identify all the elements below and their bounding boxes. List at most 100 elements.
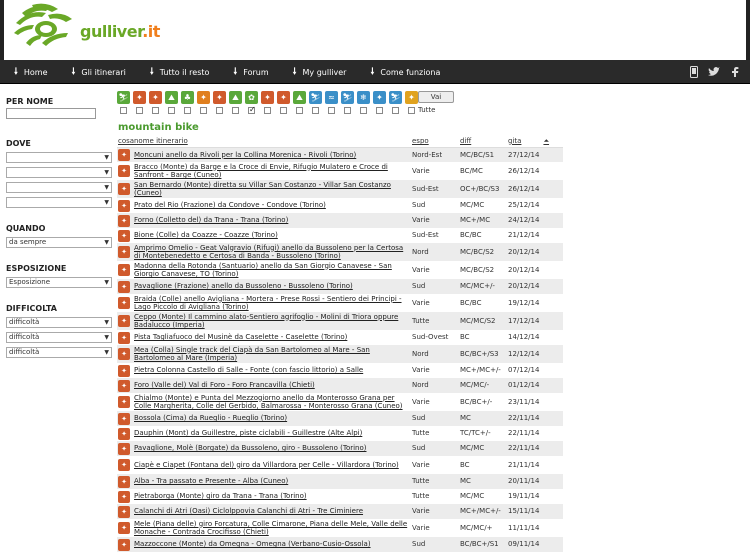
itinerary-link[interactable]: Ceppo (Monte) Il cammino alato-Sentiero … bbox=[133, 312, 411, 330]
vai-button[interactable]: Vai bbox=[418, 91, 454, 103]
activity-icon[interactable]: ⛷ bbox=[309, 91, 322, 104]
sort-arrow-icon[interactable]: ⏶ bbox=[543, 137, 549, 145]
itinerary-link[interactable]: San Bernardo (Monte) diretta su Villar S… bbox=[133, 180, 411, 198]
table-row[interactable]: ✦ Mea (Colla) Single track del Ciapà da S… bbox=[117, 345, 563, 363]
table-row[interactable]: ✦ Forno (Colletto del) da Trana - Trana (… bbox=[117, 213, 563, 228]
activity-checkbox[interactable] bbox=[328, 107, 335, 114]
tutte-checkbox[interactable] bbox=[408, 106, 415, 114]
itinerary-link[interactable]: Pavaglione (Frazione) anello da Bussolen… bbox=[133, 279, 411, 294]
table-row[interactable]: ✦ Dauphin (Mont) da Guillestre, piste cic… bbox=[117, 426, 563, 441]
activity-checkbox[interactable] bbox=[392, 107, 399, 114]
activity-icon[interactable]: ⛷ bbox=[389, 91, 402, 104]
mobile-icon[interactable] bbox=[690, 66, 698, 78]
itinerary-link[interactable]: Dauphin (Mont) da Guillestre, piste cicl… bbox=[133, 426, 411, 441]
table-row[interactable]: ✦ Foro (Valle del) Val di Foro - Foro Fra… bbox=[117, 378, 563, 393]
activity-checkbox[interactable] bbox=[248, 105, 256, 114]
dove-select-2[interactable]: ▼ bbox=[6, 167, 112, 178]
table-row[interactable]: ✦ Mele (Piana delle) giro Forcatura, Coll… bbox=[117, 519, 563, 537]
itinerary-link[interactable]: Amprimo Omelio - Geat Valgravio (Rifugi)… bbox=[133, 243, 411, 261]
activity-icon[interactable]: ⛷ bbox=[117, 91, 130, 104]
itinerary-link[interactable]: Chialmo (Monte) e Punta del Mezzogiorno … bbox=[133, 393, 411, 411]
activity-icon[interactable]: ⛰ bbox=[229, 91, 242, 104]
table-row[interactable]: ✦ Pista Tagliafuoco del Musinè da Caselet… bbox=[117, 330, 563, 345]
activity-icon[interactable]: ✦ bbox=[405, 91, 418, 104]
table-row[interactable]: ✦ Pavaglione (Frazione) anello da Bussole… bbox=[117, 279, 563, 294]
table-row[interactable]: ✦ Pietraborga (Monte) giro da Trana - Tra… bbox=[117, 489, 563, 504]
table-row[interactable]: ✦ Calanchi di Atri (Oasi) Ciclolppovia Ca… bbox=[117, 504, 563, 519]
activity-icon[interactable]: ⛷ bbox=[341, 91, 354, 104]
activity-checkbox[interactable] bbox=[184, 107, 191, 114]
activity-checkbox[interactable] bbox=[232, 107, 239, 114]
itinerary-link[interactable]: Forno (Colletto del) da Trana - Trana (T… bbox=[133, 213, 411, 228]
activity-checkbox[interactable] bbox=[296, 107, 303, 114]
table-row[interactable]: ✦ Bracco (Monte) da Barge e la Croce di E… bbox=[117, 162, 563, 180]
activity-icon[interactable]: ♣ bbox=[181, 91, 194, 104]
table-row[interactable]: ✦ Pavaglione, Molè (Borgate) da Bussoleno… bbox=[117, 441, 563, 456]
activity-checkbox[interactable] bbox=[136, 107, 143, 114]
table-row[interactable]: ✦ Bione (Colle) da Coazze - Coazze (Torin… bbox=[117, 228, 563, 243]
activity-checkbox[interactable] bbox=[152, 107, 159, 114]
itinerary-link[interactable]: Foro (Valle del) Val di Foro - Foro Fran… bbox=[133, 378, 411, 393]
itinerary-link[interactable]: Mele (Piana delle) giro Forcatura, Colle… bbox=[133, 519, 411, 537]
difficolta-select-2[interactable]: difficoltà ▼ bbox=[6, 332, 112, 343]
itinerary-link[interactable]: Mea (Colla) Single track del Ciapà da Sa… bbox=[133, 345, 411, 363]
nav-item-my-gulliver[interactable]: 🠗 My gulliver bbox=[293, 64, 347, 80]
activity-icon[interactable]: ≈ bbox=[325, 91, 338, 104]
activity-icon[interactable]: ✦ bbox=[133, 91, 146, 104]
itinerary-link[interactable]: Bracco (Monte) da Barge e la Croce di En… bbox=[133, 162, 411, 180]
activity-checkbox[interactable] bbox=[360, 107, 367, 114]
difficolta-select-3[interactable]: difficoltà ▼ bbox=[6, 347, 112, 358]
activity-icon[interactable]: ⛰ bbox=[165, 91, 178, 104]
activity-icon[interactable]: ✦ bbox=[261, 91, 274, 104]
activity-checkbox[interactable] bbox=[200, 107, 207, 114]
col-header-diff[interactable]: diff bbox=[459, 136, 507, 148]
twitter-icon[interactable] bbox=[708, 67, 720, 77]
table-row[interactable]: ✦ Alba - Tra passato e Presente - Alba (C… bbox=[117, 474, 563, 489]
table-row[interactable]: ✦ San Bernardo (Monte) diretta su Villar … bbox=[117, 180, 563, 198]
table-row[interactable]: ✦ Amprimo Omelio - Geat Valgravio (Rifugi… bbox=[117, 243, 563, 261]
activity-checkbox[interactable] bbox=[376, 107, 383, 114]
itinerary-link[interactable]: Pista Tagliafuoco del Musinè da Caselett… bbox=[133, 330, 411, 345]
site-logo[interactable]: gulliver.it bbox=[12, 3, 160, 51]
itinerary-link[interactable]: Prato del Rio (Frazione) da Condove - Co… bbox=[133, 198, 411, 213]
col-header-espo[interactable]: espo bbox=[411, 136, 459, 148]
itinerary-link[interactable]: Braida (Colle) anello Avigliana - Morter… bbox=[133, 294, 411, 312]
activity-icon[interactable]: ✦ bbox=[149, 91, 162, 104]
activity-checkbox[interactable] bbox=[168, 107, 175, 114]
itinerary-link[interactable]: Bossola (Cima) da Rueglio - Rueglio (Tor… bbox=[133, 411, 411, 426]
activity-icon[interactable]: ✦ bbox=[213, 91, 226, 104]
table-row[interactable]: ✦ Braida (Colle) anello Avigliana - Morte… bbox=[117, 294, 563, 312]
activity-icon[interactable]: ⛰ bbox=[293, 91, 306, 104]
itinerary-link[interactable]: Mazzoccone (Monte) da Omegna - Omegna (V… bbox=[133, 537, 411, 552]
table-row[interactable]: ✦ Madonna della Rotonda (Santuario) anell… bbox=[117, 261, 563, 279]
activity-checkbox[interactable] bbox=[120, 107, 127, 114]
table-row[interactable]: ✦ Prato del Rio (Frazione) da Condove - C… bbox=[117, 198, 563, 213]
nav-item-itinerari[interactable]: 🠗 Gli itinerari bbox=[72, 64, 126, 80]
activity-icon[interactable]: ❄ bbox=[357, 91, 370, 104]
table-row[interactable]: ✦ Mazzoccone (Monte) da Omegna - Omegna (… bbox=[117, 537, 563, 552]
table-row[interactable]: ✦ Bossola (Cima) da Rueglio - Rueglio (To… bbox=[117, 411, 563, 426]
dove-select-3[interactable]: ▼ bbox=[6, 182, 112, 193]
itinerary-link[interactable]: Pavaglione, Molè (Borgate) da Bussoleno,… bbox=[133, 441, 411, 456]
facebook-icon[interactable] bbox=[730, 67, 740, 77]
itinerary-link[interactable]: Madonna della Rotonda (Santuario) anello… bbox=[133, 261, 411, 279]
tutte-toggle[interactable]: Tutte bbox=[408, 106, 435, 114]
activity-checkbox[interactable] bbox=[264, 107, 271, 114]
esposizione-select[interactable]: Esposizione ▼ bbox=[6, 277, 112, 288]
activity-checkbox[interactable] bbox=[312, 107, 319, 114]
itinerary-link[interactable]: Alba - Tra passato e Presente - Alba (Cu… bbox=[133, 474, 411, 489]
difficolta-select-1[interactable]: difficoltà ▼ bbox=[6, 317, 112, 328]
activity-checkbox[interactable] bbox=[216, 107, 223, 114]
activity-checkbox[interactable] bbox=[280, 107, 287, 114]
activity-checkbox[interactable] bbox=[344, 107, 351, 114]
activity-icon[interactable]: ✦ bbox=[197, 91, 210, 104]
table-row[interactable]: ✦ Moncuni anello da Rivoli per la Collina… bbox=[117, 147, 563, 162]
table-row[interactable]: ✦ Ciapè e Ciapet (Fontana del) giro da Vi… bbox=[117, 456, 563, 474]
nav-item-forum[interactable]: 🠗 Forum bbox=[233, 64, 268, 80]
dove-select-1[interactable]: ▼ bbox=[6, 152, 112, 163]
dove-select-4[interactable]: ▼ bbox=[6, 197, 112, 208]
activity-icon[interactable]: ✦ bbox=[373, 91, 386, 104]
nav-item-come-funziona[interactable]: 🠗 Come funziona bbox=[370, 64, 440, 80]
itinerary-link[interactable]: Moncuni anello da Rivoli per la Collina … bbox=[133, 147, 411, 162]
itinerary-link[interactable]: Ciapè e Ciapet (Fontana del) giro da Vil… bbox=[133, 456, 411, 474]
